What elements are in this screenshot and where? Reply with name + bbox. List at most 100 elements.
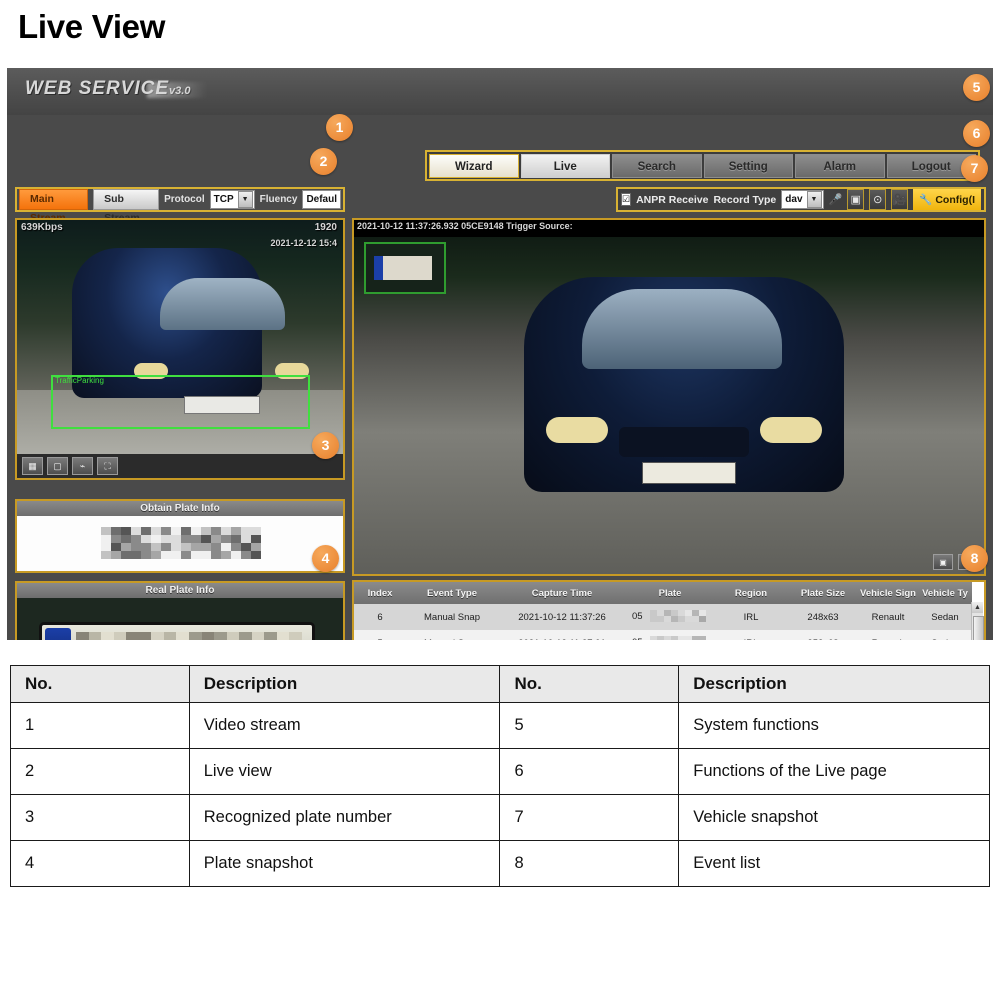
cell-index: 5 bbox=[354, 630, 406, 640]
main-navigation: Wizard Live Search Setting Alarm Logout bbox=[425, 150, 980, 181]
chevron-down-icon: ▼ bbox=[807, 191, 822, 208]
column-capture-time[interactable]: Capture Time bbox=[498, 582, 626, 604]
redacted-plate-characters bbox=[76, 632, 302, 640]
legend-desc: Functions of the Live page bbox=[679, 749, 990, 795]
record-type-value: dav bbox=[782, 194, 805, 205]
app-header: WEB SERVICEv3.0 bbox=[7, 68, 993, 115]
config-button[interactable]: 🔧 Config(I bbox=[913, 189, 981, 210]
legend-header-row: No. Description No. Description bbox=[11, 666, 990, 703]
legend-no: 5 bbox=[500, 703, 679, 749]
snapshot-icon[interactable]: ▢ bbox=[47, 457, 68, 475]
fluency-value: Defaul bbox=[303, 194, 340, 205]
table-header-row: Index Event Type Capture Time Plate Regi… bbox=[354, 582, 972, 604]
real-plate-info-title: Real Plate Info bbox=[17, 583, 343, 598]
event-list: Index Event Type Capture Time Plate Regi… bbox=[352, 580, 986, 640]
cell-plate-size: 252x68 bbox=[788, 630, 858, 640]
snapshot-icon[interactable]: ▣ bbox=[933, 554, 953, 570]
video-record-icon[interactable]: 🎥 bbox=[891, 189, 908, 210]
nav-item-live[interactable]: Live bbox=[521, 154, 611, 178]
stream-toolbar: Main Stream Sub Stream Protocol TCP ▼ Fl… bbox=[15, 187, 345, 212]
legend-header-desc-1: Description bbox=[189, 666, 500, 703]
fullscreen-icon[interactable]: ⛶ bbox=[97, 457, 118, 475]
resolution-overlay: 1920 bbox=[315, 222, 337, 233]
legend-no: 2 bbox=[11, 749, 190, 795]
legend-desc: Recognized plate number bbox=[189, 795, 500, 841]
sub-stream-button[interactable]: Sub Stream bbox=[93, 189, 159, 210]
column-region[interactable]: Region bbox=[714, 582, 788, 604]
callout-badge-8: 8 bbox=[961, 545, 988, 572]
protocol-value: TCP bbox=[211, 194, 237, 205]
digital-zoom-icon[interactable]: ▦ bbox=[22, 457, 43, 475]
column-plate[interactable]: Plate bbox=[626, 582, 714, 604]
main-stream-button[interactable]: Main Stream bbox=[19, 189, 88, 210]
table-row[interactable]: 5 Manual Snap 2021-10-12 11:37:01 05 IRL… bbox=[354, 630, 972, 640]
anpr-receive-label: ANPR Receive bbox=[636, 194, 708, 206]
page-title: Live View bbox=[18, 8, 165, 46]
plate-thumbnail-image bbox=[374, 256, 432, 280]
local-record-icon[interactable]: ⊙ bbox=[869, 189, 886, 210]
protocol-select[interactable]: TCP ▼ bbox=[210, 190, 255, 209]
detection-rule-label: TrafficParking bbox=[55, 376, 104, 385]
cell-vehicle-sign: Renault bbox=[858, 630, 918, 640]
headlight-right bbox=[760, 417, 822, 443]
config-label: Config(I bbox=[935, 194, 975, 206]
live-view-video[interactable]: TrafficParking 639Kbps 1920 2021-12-12 1… bbox=[15, 218, 345, 480]
nav-item-setting[interactable]: Setting bbox=[704, 154, 794, 178]
cell-region: IRL bbox=[714, 630, 788, 640]
legend-row: 4 Plate snapshot 8 Event list bbox=[11, 841, 990, 887]
headlight-left bbox=[546, 417, 608, 443]
cell-event-type: Manual Snap bbox=[406, 630, 498, 640]
column-event-type[interactable]: Event Type bbox=[406, 582, 498, 604]
detection-rule-box: TrafficParking bbox=[51, 375, 310, 429]
vehicle-plate bbox=[642, 462, 736, 484]
live-view-page: Live View WEB SERVICEv3.0 Wizard Live Se… bbox=[0, 0, 1000, 1000]
microphone-icon[interactable]: 🎤 bbox=[829, 190, 843, 209]
protocol-label: Protocol bbox=[164, 194, 205, 205]
chevron-down-icon: ▼ bbox=[238, 191, 253, 208]
column-index[interactable]: Index bbox=[354, 582, 406, 604]
legend-desc: Vehicle snapshot bbox=[679, 795, 990, 841]
redacted-plate-number bbox=[101, 527, 261, 559]
anpr-receive-checkbox[interactable]: ☑ bbox=[621, 193, 631, 206]
column-vehicle-type[interactable]: Vehicle Ty bbox=[918, 582, 972, 604]
nav-item-wizard[interactable]: Wizard bbox=[429, 154, 519, 178]
legend-desc: Plate snapshot bbox=[189, 841, 500, 887]
logo-smear-decoration bbox=[147, 82, 207, 98]
audio-icon[interactable]: ⌁ bbox=[72, 457, 93, 475]
cell-capture-time: 2021-10-12 11:37:01 bbox=[498, 630, 626, 640]
snapshot-scene bbox=[354, 237, 984, 574]
legend-no: 3 bbox=[11, 795, 190, 841]
vehicle-grille bbox=[619, 427, 749, 457]
event-list-scrollbar[interactable]: ▲ ▼ bbox=[971, 602, 983, 640]
table-row[interactable]: 6 Manual Snap 2021-10-12 11:37:26 05 IRL… bbox=[354, 604, 972, 630]
legend-table: No. Description No. Description 1 Video … bbox=[10, 665, 990, 887]
callout-badge-4: 4 bbox=[312, 545, 339, 572]
nav-item-search[interactable]: Search bbox=[612, 154, 702, 178]
vehicle-body bbox=[524, 277, 844, 492]
callout-badge-7: 7 bbox=[961, 155, 988, 182]
legend-no: 6 bbox=[500, 749, 679, 795]
legend-desc: System functions bbox=[679, 703, 990, 749]
callout-badge-3: 3 bbox=[312, 432, 339, 459]
column-plate-size[interactable]: Plate Size bbox=[788, 582, 858, 604]
fluency-select[interactable]: Defaul bbox=[302, 190, 341, 209]
legend-header-desc-2: Description bbox=[679, 666, 990, 703]
web-service-screenshot: WEB SERVICEv3.0 Wizard Live Search Setti… bbox=[7, 68, 993, 640]
scrollbar-thumb[interactable] bbox=[973, 616, 984, 640]
callout-badge-6: 6 bbox=[963, 120, 990, 147]
record-type-select[interactable]: dav ▼ bbox=[781, 190, 823, 209]
callout-badge-1: 1 bbox=[326, 114, 353, 141]
eu-band bbox=[45, 628, 71, 640]
cell-plate-size: 248x63 bbox=[788, 604, 858, 630]
snapshot-icon[interactable]: ▣ bbox=[847, 189, 864, 210]
snapshot-overlay-text: 2021-10-12 11:37:26.932 05CE9148 Trigger… bbox=[357, 221, 573, 231]
scroll-up-icon[interactable]: ▲ bbox=[972, 602, 983, 613]
nav-item-alarm[interactable]: Alarm bbox=[795, 154, 885, 178]
column-vehicle-sign[interactable]: Vehicle Sign bbox=[858, 582, 918, 604]
vehicle-windshield bbox=[582, 289, 782, 369]
vehicle-snapshot-view[interactable]: 2021-10-12 11:37:26.932 05CE9148 Trigger… bbox=[352, 218, 986, 576]
event-table: Index Event Type Capture Time Plate Regi… bbox=[354, 582, 972, 640]
eu-band bbox=[374, 256, 383, 280]
cell-vehicle-sign: Renault bbox=[858, 604, 918, 630]
legend-row: 2 Live view 6 Functions of the Live page bbox=[11, 749, 990, 795]
